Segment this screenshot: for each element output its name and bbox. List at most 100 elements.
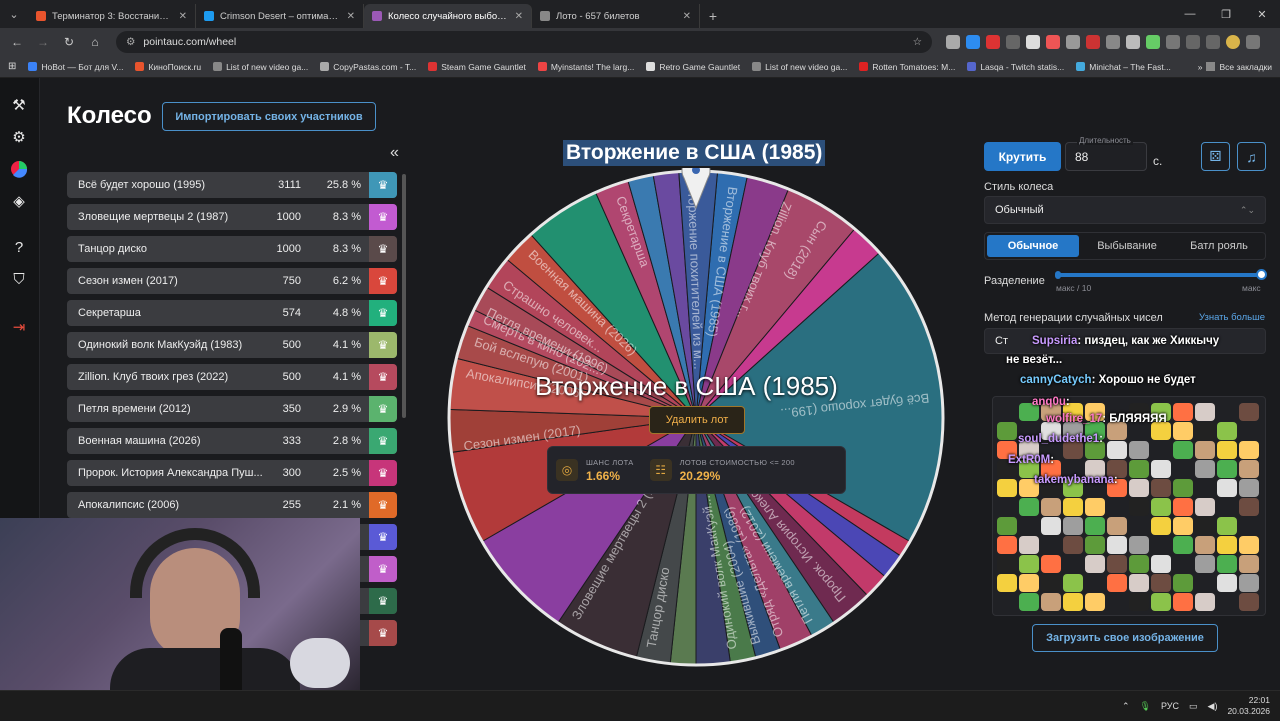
- mode-dropout[interactable]: Выбывание: [1081, 233, 1173, 259]
- style-select[interactable]: Обычный ⌃⌄: [984, 196, 1266, 224]
- back-icon[interactable]: ←: [6, 31, 28, 53]
- lamp-icon[interactable]: ♛: [369, 588, 397, 614]
- dice-icon[interactable]: ⚄: [1201, 142, 1230, 171]
- extension-icon[interactable]: [1066, 35, 1080, 49]
- lot-row[interactable]: Zillion. Клуб твоих грез (2022) 500 4.1 % ♛: [67, 364, 397, 390]
- forward-icon[interactable]: →: [32, 31, 54, 53]
- apps-icon[interactable]: ⊞: [8, 61, 16, 72]
- lot-row[interactable]: Всё будет хорошо (1995) 3111 25.8 % ♛: [67, 172, 397, 198]
- language-indicator[interactable]: РУС: [1161, 701, 1179, 711]
- lamp-icon[interactable]: ♛: [369, 460, 397, 486]
- wheel-icon[interactable]: [8, 158, 30, 180]
- lot-row[interactable]: Танцор диско 1000 8.3 % ♛: [67, 236, 397, 262]
- help-icon[interactable]: ?: [8, 236, 30, 258]
- lamp-icon[interactable]: ♛: [369, 364, 397, 390]
- lamp-icon[interactable]: ♛: [369, 396, 397, 422]
- lamp-icon[interactable]: ♛: [369, 204, 397, 230]
- tab-close-icon[interactable]: ✕: [683, 11, 691, 22]
- shield-icon[interactable]: ⛉: [8, 268, 30, 290]
- slider-min-handle[interactable]: [1055, 271, 1061, 279]
- spin-button[interactable]: Крутить: [984, 142, 1061, 171]
- lot-row[interactable]: Апокалипсис (2006) 255 2.1 % ♛: [67, 492, 397, 518]
- learn-more-link[interactable]: Узнать больше: [1199, 312, 1265, 323]
- mode-normal[interactable]: Обычное: [987, 235, 1079, 257]
- logout-icon[interactable]: ⇥: [8, 316, 30, 338]
- chevron-up-icon[interactable]: ⌃: [1122, 701, 1130, 712]
- lot-row[interactable]: Секретарша 574 4.8 % ♛: [67, 300, 397, 326]
- delete-lot-button[interactable]: Удалить лот: [649, 406, 745, 434]
- clock[interactable]: 22:01 20.03.2026: [1227, 695, 1270, 717]
- extension-icon[interactable]: [1106, 35, 1120, 49]
- extension-icon[interactable]: [1006, 35, 1020, 49]
- site-info-icon[interactable]: ⚙: [126, 36, 135, 48]
- extension-icon[interactable]: [1086, 35, 1100, 49]
- new-tab-button[interactable]: +: [700, 4, 726, 28]
- bookmark-item[interactable]: Myinstants! The larg...: [537, 62, 634, 72]
- extension-icon[interactable]: [966, 35, 980, 49]
- tab-close-icon[interactable]: ✕: [347, 11, 355, 22]
- browser-tab[interactable]: Колесо случайного выбора – ✕: [364, 4, 532, 28]
- lamp-icon[interactable]: ♛: [369, 524, 397, 550]
- lamp-icon[interactable]: ♛: [369, 492, 397, 518]
- mic-icon[interactable]: 🎙: [1140, 701, 1151, 712]
- extension-icon[interactable]: [1126, 35, 1140, 49]
- slider-handle[interactable]: [1256, 269, 1267, 280]
- extension-icon[interactable]: [1046, 35, 1060, 49]
- lamp-icon[interactable]: ♛: [369, 268, 397, 294]
- extension-icon[interactable]: [1146, 35, 1160, 49]
- lamp-icon[interactable]: ♛: [369, 620, 397, 646]
- reload-icon[interactable]: ↻: [58, 31, 80, 53]
- browser-tab[interactable]: Терминатор 3: Восстание маш ✕: [28, 4, 196, 28]
- minimize-icon[interactable]: —: [1172, 0, 1208, 28]
- layers-icon[interactable]: ◈: [8, 190, 30, 212]
- lot-row[interactable]: Сезон измен (2017) 750 6.2 % ♛: [67, 268, 397, 294]
- browser-tab[interactable]: Crimson Desert – оптимальные ✕: [196, 4, 364, 28]
- network-icon[interactable]: ▭: [1189, 701, 1198, 712]
- collapse-panel-icon[interactable]: «: [390, 144, 399, 162]
- bookmark-item[interactable]: List of new video ga...: [752, 62, 847, 72]
- bookmark-item[interactable]: HoBot — Бот для V...: [28, 62, 123, 72]
- bookmark-item[interactable]: Minichat – The Fast...: [1076, 62, 1171, 72]
- volume-icon[interactable]: ◀): [1208, 701, 1218, 712]
- address-bar[interactable]: ⚙ pointauc.com/wheel ☆: [116, 31, 932, 53]
- bookmark-item[interactable]: Rotten Tomatoes: M...: [859, 62, 955, 72]
- bookmark-item[interactable]: КиноПоиск.ru: [135, 62, 201, 72]
- bookmark-star-icon[interactable]: ☆: [913, 36, 922, 48]
- split-slider[interactable]: [1055, 269, 1267, 280]
- tab-search-button[interactable]: ⌄: [0, 0, 28, 28]
- puzzle-icon[interactable]: [1166, 35, 1180, 49]
- lot-row[interactable]: Пророк. История Александра Пуш... 300 2.5 …: [67, 460, 397, 486]
- lamp-icon[interactable]: ♛: [369, 300, 397, 326]
- extension-icon[interactable]: [986, 35, 1000, 49]
- extension-icon[interactable]: [946, 35, 960, 49]
- auction-hammer-icon[interactable]: ⚒: [8, 94, 30, 116]
- bookmark-item[interactable]: CopyPastas.com - T...: [320, 62, 416, 72]
- lamp-icon[interactable]: ♛: [369, 236, 397, 262]
- tab-close-icon[interactable]: ✕: [515, 11, 523, 22]
- reading-list-icon[interactable]: [1186, 35, 1200, 49]
- all-bookmarks[interactable]: » Все закладки: [1198, 62, 1272, 72]
- bookmark-item[interactable]: Steam Game Gauntlet: [428, 62, 526, 72]
- bookmark-item[interactable]: Retro Game Gauntlet: [646, 62, 740, 72]
- lot-row[interactable]: Одинокий волк МакКуэйд (1983) 500 4.1 % ♛: [67, 332, 397, 358]
- import-participants-button[interactable]: Импортировать своих участников: [162, 102, 376, 131]
- bookmark-item[interactable]: List of new video ga...: [213, 62, 308, 72]
- tab-close-icon[interactable]: ✕: [179, 11, 187, 22]
- browser-tab[interactable]: Лото - 657 билетов ✕: [532, 4, 700, 28]
- gear-icon[interactable]: ⚙: [8, 126, 30, 148]
- lamp-icon[interactable]: ♛: [369, 172, 397, 198]
- restore-icon[interactable]: ❐: [1208, 0, 1244, 28]
- lots-scrollbar[interactable]: [402, 174, 406, 418]
- music-icon[interactable]: ♫: [1237, 142, 1266, 171]
- home-icon[interactable]: ⌂: [84, 31, 106, 53]
- close-window-icon[interactable]: ✕: [1244, 0, 1280, 28]
- mode-battle-royale[interactable]: Батл рояль: [1173, 233, 1265, 259]
- lamp-icon[interactable]: ♛: [369, 332, 397, 358]
- lamp-icon[interactable]: ♛: [369, 428, 397, 454]
- extension-icon[interactable]: [1026, 35, 1040, 49]
- upload-image-button[interactable]: Загрузить свое изображение: [1032, 624, 1218, 652]
- profile-icon[interactable]: [1226, 35, 1240, 49]
- lot-row[interactable]: Петля времени (2012) 350 2.9 % ♛: [67, 396, 397, 422]
- menu-icon[interactable]: [1246, 35, 1260, 49]
- lamp-icon[interactable]: ♛: [369, 556, 397, 582]
